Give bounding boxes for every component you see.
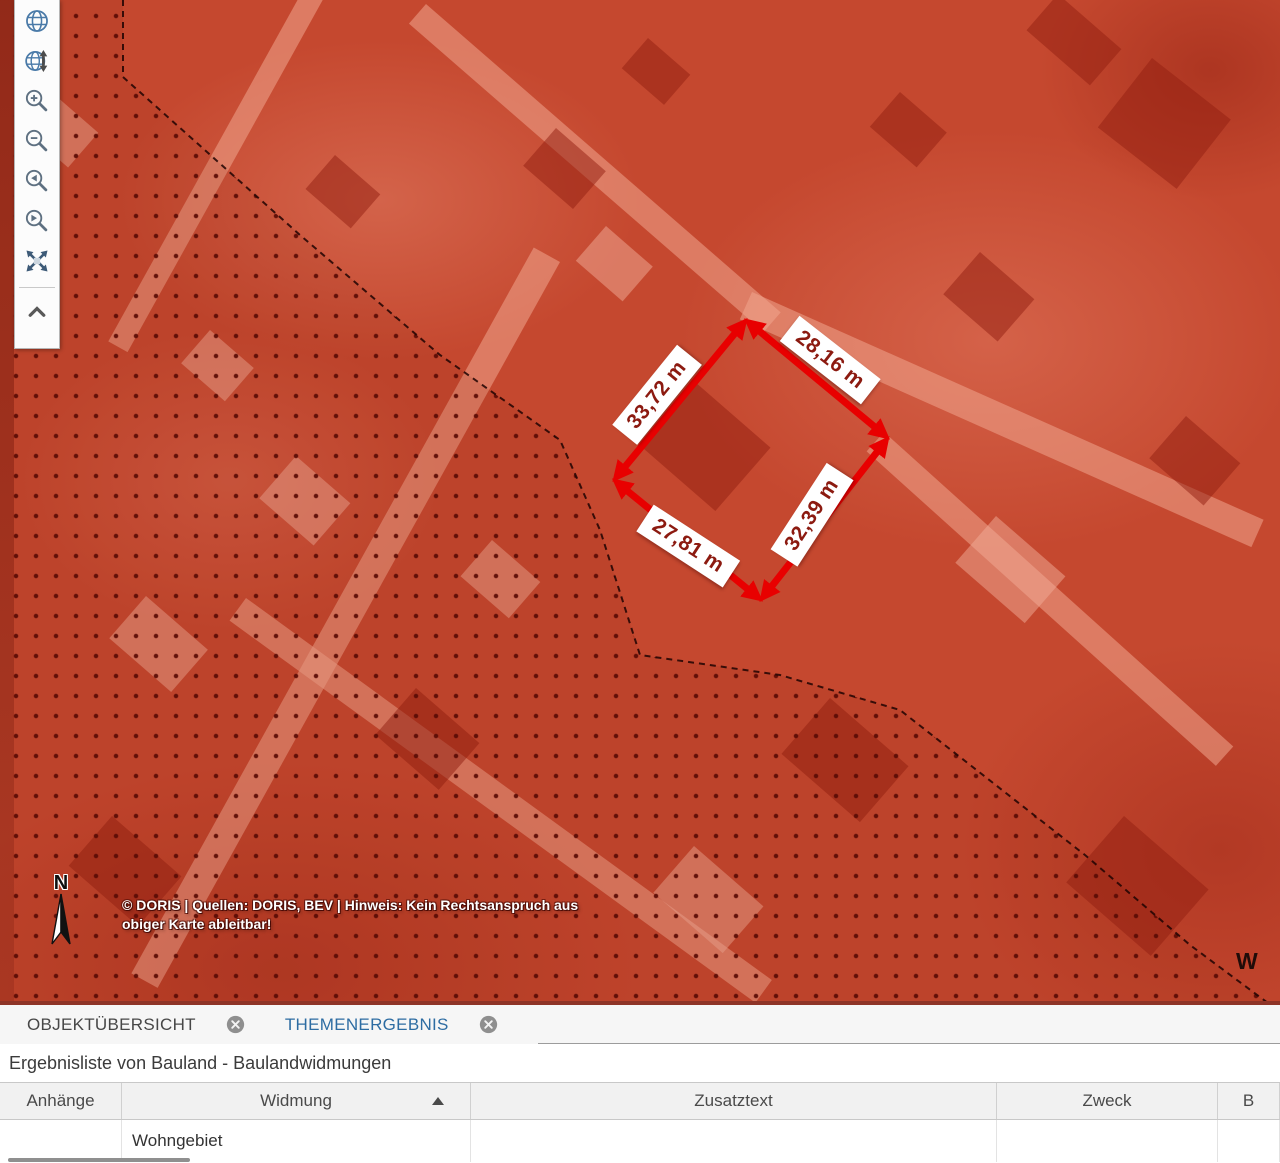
north-arrow: N	[44, 874, 78, 953]
results-panel: OBJEKTÜBERSICHT THEMENERGEBNIS	[0, 1005, 1280, 1163]
north-label: N	[44, 874, 78, 892]
close-tab-button[interactable]	[226, 1015, 245, 1034]
horizontal-scrollbar-thumb[interactable]	[8, 1158, 190, 1162]
close-icon	[226, 1015, 245, 1034]
sort-ascending-icon	[432, 1097, 444, 1105]
globe-pan-icon	[23, 47, 51, 75]
compass-needle-icon	[48, 892, 74, 948]
cell-b	[1218, 1120, 1280, 1162]
tab-bar-underline	[538, 1006, 1280, 1044]
attribution-line-2: obiger Karte ableitbar!	[122, 915, 742, 934]
map-attribution: © DORIS | Quellen: DORIS, BEV | Hinweis:…	[122, 896, 742, 934]
magnifier-minus-icon	[23, 127, 51, 155]
table-header-row: Anhänge Widmung Zusatztext Zweck B	[0, 1082, 1280, 1120]
cell-widmung: Wohngebiet	[122, 1120, 471, 1162]
column-header-zweck[interactable]: Zweck	[997, 1083, 1218, 1119]
zoom-in-button[interactable]	[15, 81, 59, 121]
close-tab-button[interactable]	[479, 1015, 498, 1034]
cell-zusatztext	[471, 1120, 997, 1162]
column-header-anhaenge[interactable]: Anhänge	[0, 1083, 122, 1119]
chevron-up-icon	[23, 298, 51, 326]
column-label: Anhänge	[26, 1091, 94, 1111]
map-viewport[interactable]: 33,72 m 28,16 m 27,81 m 32,39 m N © DORI…	[0, 0, 1280, 1003]
column-label: B	[1243, 1091, 1254, 1111]
tab-label: THEMENERGEBNIS	[285, 1015, 449, 1035]
toolbar-divider	[19, 287, 55, 288]
tab-themenergebnis[interactable]: THEMENERGEBNIS	[285, 1015, 498, 1035]
zoom-out-button[interactable]	[15, 121, 59, 161]
magnifier-plus-icon	[23, 87, 51, 115]
cell-zweck	[997, 1120, 1218, 1162]
column-label: Zweck	[1082, 1091, 1131, 1111]
panel-tab-bar: OBJEKTÜBERSICHT THEMENERGEBNIS	[0, 1005, 1280, 1044]
collapse-toolbar-button[interactable]	[15, 292, 59, 332]
close-icon	[479, 1015, 498, 1034]
column-header-zusatztext[interactable]: Zusatztext	[471, 1083, 997, 1119]
attribution-line-1: © DORIS | Quellen: DORIS, BEV | Hinweis:…	[122, 896, 742, 915]
column-label: Widmung	[260, 1091, 332, 1111]
column-header-b[interactable]: B	[1218, 1083, 1280, 1119]
doris-map-application: 33,72 m 28,16 m 27,81 m 32,39 m N © DORI…	[0, 0, 1280, 1163]
zoom-previous-button[interactable]	[15, 161, 59, 201]
tab-objektuebersicht[interactable]: OBJEKTÜBERSICHT	[27, 1015, 245, 1035]
zoom-next-button[interactable]	[15, 201, 59, 241]
full-extent-button[interactable]	[15, 41, 59, 81]
measurement-arrows	[0, 0, 1280, 1003]
pan-mode-button[interactable]	[15, 241, 59, 281]
magnifier-back-icon	[23, 167, 51, 195]
magnifier-forward-icon	[23, 207, 51, 235]
cell-anhaenge	[0, 1120, 122, 1162]
zone-code-label: W	[1236, 948, 1258, 975]
results-table: Anhänge Widmung Zusatztext Zweck B Wo	[0, 1082, 1280, 1162]
table-row[interactable]: Wohngebiet	[0, 1120, 1280, 1162]
overview-map-button[interactable]	[15, 1, 59, 41]
column-header-widmung[interactable]: Widmung	[122, 1083, 471, 1119]
tab-label: OBJEKTÜBERSICHT	[27, 1015, 196, 1035]
globe-icon	[23, 7, 51, 35]
result-list-title: Ergebnisliste von Bauland - Baulandwidmu…	[0, 1044, 1280, 1082]
expand-arrows-icon	[23, 247, 51, 275]
column-label: Zusatztext	[694, 1091, 772, 1111]
map-toolbar	[14, 0, 60, 349]
